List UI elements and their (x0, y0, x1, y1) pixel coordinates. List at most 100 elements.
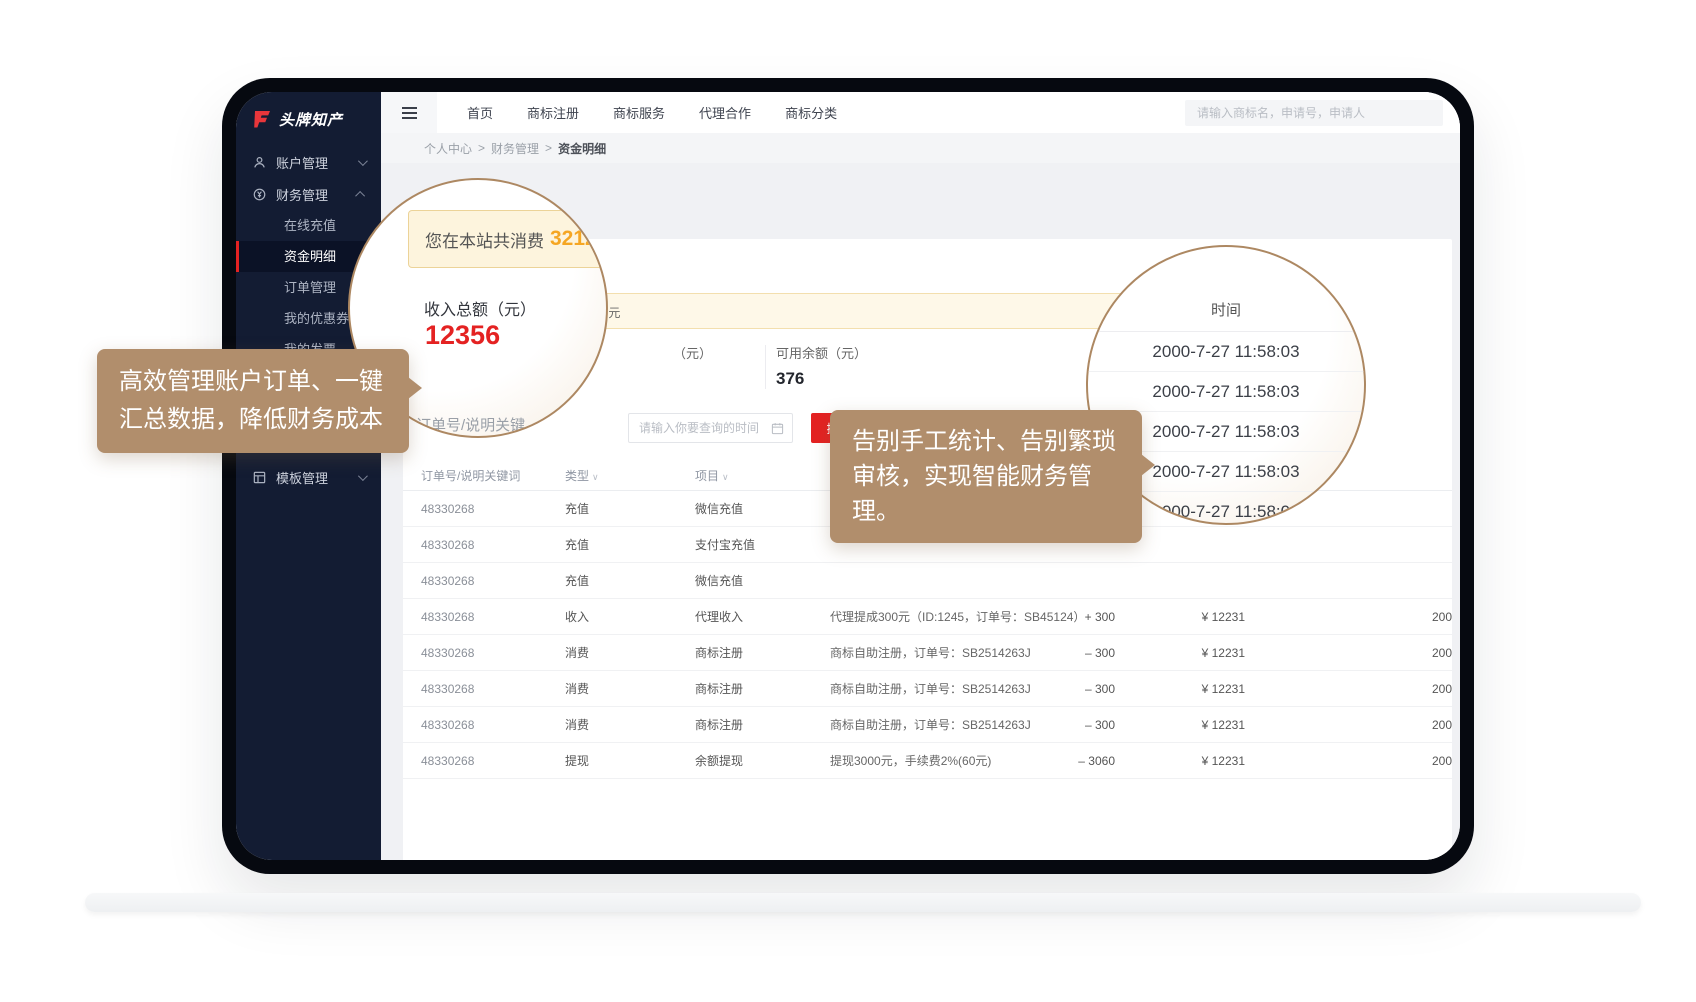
breadcrumb-separator: > (545, 141, 552, 155)
page: 头牌知产 账户管理 财务管理 (0, 0, 1696, 1002)
magnified-time-value: 2000-7-27 11:58:03 (1088, 332, 1364, 372)
cell-order: 48330268 (421, 574, 565, 588)
magnified-income-value: 12356 (425, 320, 500, 351)
magnified-time-value: 2000-7-27 11:58:03 (1088, 372, 1364, 412)
callout-left: 高效管理账户订单、一键汇总数据，降低财务成本 (97, 349, 409, 453)
cell-order: 48330268 (421, 754, 565, 768)
cell-amount: – 3060 (1043, 754, 1115, 768)
nav-tab[interactable]: 首页 (467, 103, 493, 122)
magnified-table-header: 订单号/说明关键 (416, 414, 525, 435)
brand-logo: 头牌知产 (236, 92, 381, 146)
cell-project: 商标注册 (695, 644, 830, 661)
cell-time: 2000-7-27 11:58:03 (1245, 610, 1452, 624)
table-row: 48330268 提现 余额提现 提现3000元，手续费2%(60元) – 30… (403, 743, 1452, 779)
table-row: 48330268 消费 商标注册 商标自助注册，订单号：SB2514263J –… (403, 671, 1452, 707)
table-row: 48330268 消费 商标注册 商标自助注册，订单号：SB2514263J –… (403, 635, 1452, 671)
cell-balance: ¥ 12231 (1115, 610, 1245, 624)
callout-right: 告别手工统计、告别繁琐审核，实现智能财务管理。 (830, 410, 1142, 543)
trademark-search-input[interactable] (1185, 100, 1443, 126)
nav-tab[interactable]: 商标服务 (613, 103, 665, 122)
chevron-down-icon (358, 471, 368, 481)
cell-type: 充值 (565, 572, 695, 589)
cell-time: 2000-7-27 11:58:03 (1245, 754, 1452, 768)
table-row: 48330268 充值 微信充值 (403, 563, 1452, 599)
brand-logo-icon (252, 109, 272, 129)
table-row: 48330268 收入 代理收入 代理提成300元（ID:1245，订单号：SB… (403, 599, 1452, 635)
cell-project: 商标注册 (695, 680, 830, 697)
breadcrumb-item[interactable]: 财务管理 (491, 140, 539, 157)
stat-expense-fragment: （元） (673, 343, 712, 362)
sidebar-subitem[interactable]: 在线充值 (236, 210, 381, 241)
cell-time: 2000-7-27 11:58:03 (1245, 718, 1452, 732)
cell-desc: 商标自助注册，订单号：SB2514263J (830, 680, 1043, 697)
cell-amount: – 300 (1043, 646, 1115, 660)
chevron-down-icon (358, 156, 368, 166)
nav-tab[interactable]: 商标分类 (785, 103, 837, 122)
top-nav: 首页 商标注册 商标服务 代理合作 商标分类 (467, 103, 837, 122)
cell-desc: 提现3000元，手续费2%(60元) (830, 752, 1043, 769)
hamburger-menu-icon[interactable] (381, 92, 437, 133)
magnified-time-header: 时间 (1088, 299, 1364, 320)
brand-name: 头牌知产 (279, 109, 343, 130)
nav-tab[interactable]: 代理合作 (699, 103, 751, 122)
magnified-banner: 您在本站共消费32124 (408, 210, 608, 268)
cell-type: 消费 (565, 644, 695, 661)
breadcrumb-item[interactable]: 个人中心 (424, 140, 472, 157)
date-range-field[interactable] (628, 413, 793, 443)
cell-project: 商标注册 (695, 716, 830, 733)
cell-order: 48330268 (421, 502, 565, 516)
col-type[interactable]: 类型∨ (565, 467, 695, 484)
cell-order: 48330268 (421, 646, 565, 660)
calendar-icon (771, 422, 784, 435)
chevron-up-icon (355, 190, 365, 200)
cell-type: 消费 (565, 680, 695, 697)
cell-order: 48330268 (421, 718, 565, 732)
cell-type: 提现 (565, 752, 695, 769)
sidebar-item-label: 模板管理 (276, 468, 328, 487)
stat-balance: 可用余额（元） 376 (776, 343, 867, 389)
callout-tail (408, 377, 422, 399)
sidebar: 头牌知产 账户管理 财务管理 (236, 92, 381, 860)
cell-amount: – 300 (1043, 682, 1115, 696)
cell-desc: 商标自助注册，订单号：SB2514263J (830, 716, 1043, 733)
sort-caret-icon: ∨ (722, 472, 729, 482)
callout-tail (1141, 454, 1155, 476)
table-row: 48330268 消费 商标注册 商标自助注册，订单号：SB2514263J –… (403, 707, 1452, 743)
cell-time: 2000-7-27 11:58:03 (1245, 682, 1452, 696)
sidebar-item-label: 账户管理 (276, 153, 328, 172)
sort-caret-icon: ∨ (592, 472, 599, 482)
laptop-base (85, 893, 1641, 912)
cell-balance: ¥ 12231 (1115, 646, 1245, 660)
sidebar-item-template[interactable]: 模板管理 (236, 461, 381, 493)
cell-project: 微信充值 (695, 572, 830, 589)
cell-type: 消费 (565, 716, 695, 733)
breadcrumb-separator: > (478, 141, 485, 155)
cell-balance: ¥ 12231 (1115, 682, 1245, 696)
cell-balance: ¥ 12231 (1115, 754, 1245, 768)
cell-project: 代理收入 (695, 608, 830, 625)
cell-project: 余额提现 (695, 752, 830, 769)
cell-amount: – 300 (1043, 718, 1115, 732)
cell-type: 收入 (565, 608, 695, 625)
date-input[interactable] (629, 414, 792, 442)
cell-order: 48330268 (421, 682, 565, 696)
sidebar-item-label: 财务管理 (276, 185, 328, 204)
template-icon (252, 470, 267, 485)
breadcrumb: 个人中心 > 财务管理 > 资金明细 (381, 133, 1460, 163)
cell-project: 微信充值 (695, 500, 830, 517)
stats-divider (765, 345, 766, 389)
col-order: 订单号/说明关键词 (421, 467, 565, 484)
cell-order: 48330268 (421, 538, 565, 552)
sidebar-item-account[interactable]: 账户管理 (236, 146, 381, 178)
col-project[interactable]: 项目∨ (695, 467, 830, 484)
sidebar-item-finance[interactable]: 财务管理 (236, 178, 381, 210)
breadcrumb-item-current: 资金明细 (558, 140, 606, 157)
nav-tab[interactable]: 商标注册 (527, 103, 579, 122)
cell-amount: + 300 (1043, 610, 1115, 624)
cell-order: 48330268 (421, 610, 565, 624)
magnified-income-label: 收入总额（元） (424, 296, 536, 320)
cell-balance: ¥ 12231 (1115, 718, 1245, 732)
cell-type: 充值 (565, 536, 695, 553)
cell-time: 2000-7-27 11:58:03 (1245, 646, 1452, 660)
cell-project: 支付宝充值 (695, 536, 830, 553)
